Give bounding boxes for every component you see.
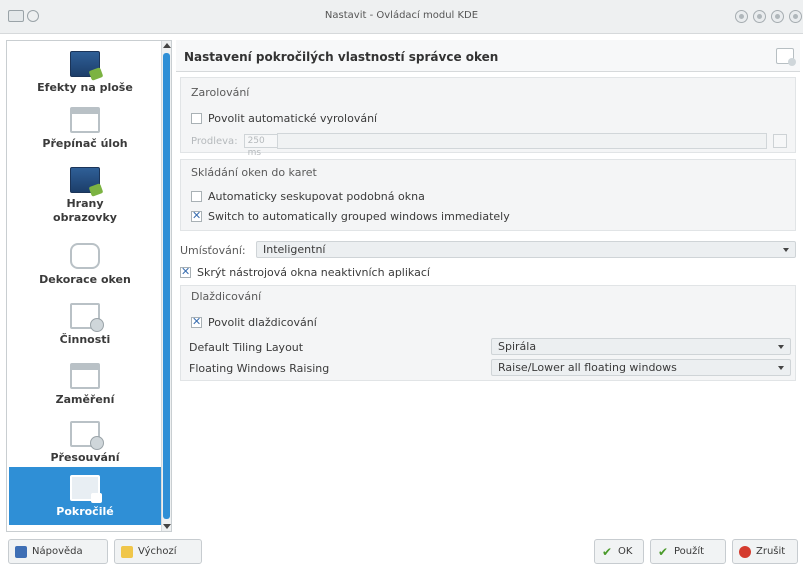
ok-button[interactable]: ✔ OK — [594, 539, 644, 564]
window-title: Nastavit - Ovládací modul KDE — [324, 10, 479, 21]
hide-utility-row[interactable]: Skrýt nástrojová okna neaktivních aplika… — [180, 265, 430, 279]
sidebar-list: Efekty na ploše Přepínač úloh Hrany obra… — [9, 43, 161, 529]
sidebar-item-label: Zaměření — [55, 393, 115, 406]
delay-spinbox[interactable]: Prodleva: 250 ms — [191, 133, 282, 158]
sidebar-item-label: Dekorace oken — [39, 273, 131, 286]
checkbox-label: Switch to automatically grouped windows … — [208, 210, 510, 223]
sidebar-item-label: Činnosti — [59, 333, 111, 346]
tiling-layout-value: Spirála — [498, 340, 537, 353]
sidebar-item-actions[interactable]: Činnosti — [9, 303, 161, 353]
placement-row: Umísťování: Inteligentní — [180, 241, 796, 261]
focus-icon — [70, 363, 100, 389]
button-label: Výchozí — [138, 546, 177, 557]
scroll-up-icon[interactable] — [163, 43, 171, 48]
apply-button[interactable]: ✔ Použít — [650, 539, 726, 564]
auto-group-checkbox[interactable] — [191, 191, 202, 202]
button-label: Použít — [674, 546, 705, 557]
sidebar-item-moving[interactable]: Přesouvání — [9, 421, 161, 471]
checkbox-label: Skrýt nástrojová okna neaktivních aplika… — [197, 266, 430, 279]
placement-value: Inteligentní — [263, 243, 326, 256]
settings-content: Zarolování Povolit automatické vyrolován… — [176, 73, 800, 532]
sidebar-item-screen-edges[interactable]: Hrany obrazovky — [9, 167, 161, 233]
sidebar-item-task-switcher[interactable]: Přepínač úloh — [9, 107, 161, 157]
tabbing-group: Skládání oken do karet Automaticky sesku… — [180, 159, 796, 231]
placement-label: Umísťování: — [180, 244, 246, 257]
hide-utility-checkbox[interactable] — [180, 265, 191, 278]
sidebar-item-label: Pokročilé — [56, 505, 114, 518]
scroll-down-icon[interactable] — [163, 524, 171, 529]
raising-select[interactable]: Raise/Lower all floating windows — [491, 359, 791, 376]
check-icon: ✔ — [657, 544, 669, 559]
delay-value[interactable]: 250 ms — [243, 134, 282, 158]
auto-group-row[interactable]: Automaticky seskupovat podobná okna — [191, 190, 425, 203]
chevron-down-icon — [778, 366, 784, 370]
raising-label: Floating Windows Raising — [189, 362, 330, 375]
shading-group: Zarolování Povolit automatické vyrolován… — [180, 77, 796, 158]
help-button[interactable]: Nápověda — [8, 539, 108, 564]
auto-unshade-row[interactable]: Povolit automatické vyrolování — [191, 112, 377, 125]
checkbox-label: Povolit dlaždicování — [208, 316, 317, 329]
sidebar-item-window-decoration[interactable]: Dekorace oken — [9, 243, 161, 293]
monitor-effects-icon — [70, 51, 100, 77]
checkbox-label: Automaticky seskupovat podobná okna — [208, 190, 425, 203]
checkbox-label: Povolit automatické vyrolování — [208, 112, 378, 125]
page-header: Nastavení pokročilých vlastností správce… — [176, 40, 800, 72]
tiling-layout-label: Default Tiling Layout — [189, 341, 304, 354]
delay-label: Prodleva: — [191, 135, 238, 147]
check-icon: ✔ — [601, 544, 613, 559]
sidebar-item-desktop-effects[interactable]: Efekty na ploše — [9, 51, 161, 101]
cancel-icon — [739, 545, 751, 558]
sidebar-item-focus[interactable]: Zaměření — [9, 363, 161, 413]
main-panel: Nastavení pokročilých vlastností správce… — [176, 40, 800, 532]
switch-group-row[interactable]: Switch to automatically grouped windows … — [191, 209, 510, 223]
enable-tiling-checkbox[interactable] — [191, 315, 202, 328]
sidebar-scrollbar[interactable] — [161, 41, 171, 531]
raising-value: Raise/Lower all floating windows — [498, 361, 677, 374]
moving-icon — [70, 421, 104, 450]
sidebar-item-advanced[interactable]: Pokročilé — [9, 467, 161, 525]
button-label: OK — [618, 546, 633, 557]
chevron-down-icon — [783, 248, 789, 252]
auto-unshade-checkbox[interactable] — [191, 113, 202, 124]
window-switcher-icon — [70, 107, 100, 133]
page-title: Nastavení pokročilých vlastností správce… — [184, 50, 499, 64]
close-button[interactable] — [789, 10, 802, 23]
spin-arrows-icon[interactable] — [773, 134, 787, 148]
sidebar-item-label: Hrany obrazovky — [53, 197, 117, 224]
module-help-icon[interactable] — [776, 48, 796, 66]
group-title: Dlaždicování — [191, 290, 262, 303]
button-label: Zrušit — [756, 546, 786, 557]
title-bar: Nastavit - Ovládací modul KDE — [0, 0, 803, 34]
actions-icon — [70, 303, 104, 332]
tiling-group: Dlaždicování Povolit dlaždicování Defaul… — [180, 285, 796, 381]
chevron-down-icon — [778, 345, 784, 349]
group-title: Zarolování — [191, 86, 250, 99]
screen-edges-icon — [70, 167, 100, 193]
sidebar-item-label: Přesouvání — [50, 451, 120, 464]
defaults-icon — [121, 545, 133, 558]
cancel-button[interactable]: Zrušit — [732, 539, 798, 564]
button-label: Nápověda — [32, 546, 83, 557]
window-decoration-icon — [70, 243, 100, 269]
defaults-button[interactable]: Výchozí — [114, 539, 202, 564]
minimize-button[interactable] — [753, 10, 766, 23]
delay-row: Prodleva: 250 ms — [181, 133, 795, 158]
advanced-icon — [70, 475, 102, 503]
scrollbar-thumb[interactable] — [163, 53, 170, 519]
enable-tiling-row[interactable]: Povolit dlaždicování — [191, 315, 317, 329]
group-title: Skládání oken do karet — [191, 166, 317, 179]
sidebar: Efekty na ploše Přepínač úloh Hrany obra… — [6, 40, 172, 532]
help-title-button[interactable] — [735, 10, 748, 23]
help-icon — [15, 545, 27, 558]
placement-select[interactable]: Inteligentní — [256, 241, 796, 258]
tiling-layout-select[interactable]: Spirála — [491, 338, 791, 355]
maximize-button[interactable] — [771, 10, 784, 23]
sidebar-item-label: Přepínač úloh — [42, 137, 128, 150]
sidebar-item-label: Efekty na ploše — [37, 81, 133, 94]
switch-group-checkbox[interactable] — [191, 209, 202, 222]
delay-field[interactable] — [277, 133, 767, 149]
